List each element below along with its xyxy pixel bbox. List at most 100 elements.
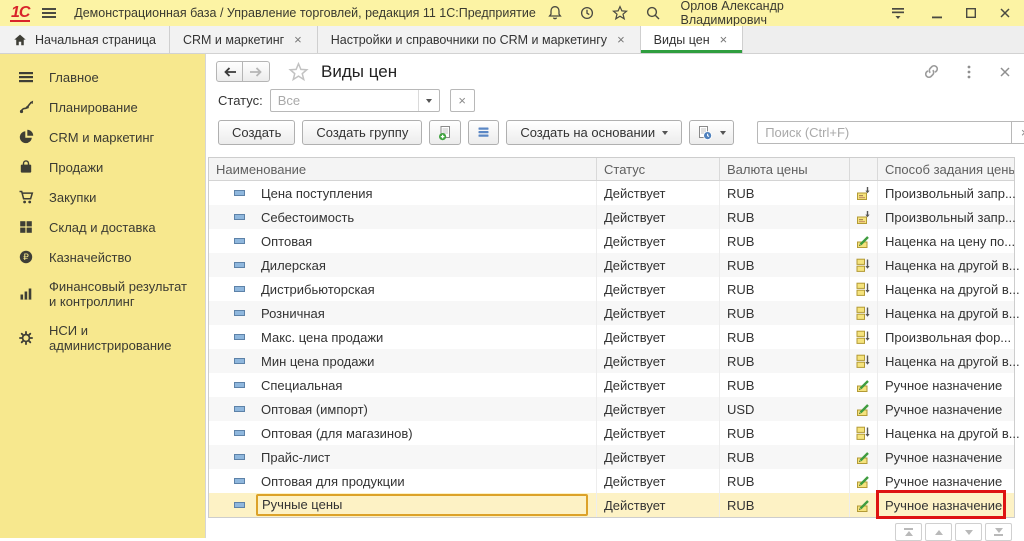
maximize-button[interactable] xyxy=(962,4,980,22)
name-cell[interactable]: Себестоимость xyxy=(209,205,597,229)
table-row[interactable]: СпециальнаяДействуетRUBРучное назначение xyxy=(209,373,1014,397)
main-menu-hamburger-icon[interactable] xyxy=(40,4,58,22)
name-cell[interactable]: Оптовая (для магазинов) xyxy=(209,421,597,445)
favorites-star-icon[interactable] xyxy=(611,4,629,22)
column-header-2[interactable]: Валюта цены xyxy=(720,158,850,180)
status-filter-combobox[interactable]: Все xyxy=(270,89,440,112)
treasury-ruble-icon: ₽ xyxy=(17,249,35,265)
table-row[interactable]: Ручные ценыДействуетRUBРучное назначение xyxy=(209,493,1014,517)
add-to-favorites-star-icon[interactable] xyxy=(288,62,309,82)
tab-label: CRM и маркетинг xyxy=(183,33,284,47)
minimize-button[interactable] xyxy=(928,4,946,22)
more-kebab-icon[interactable] xyxy=(962,64,976,80)
table-row[interactable]: Оптовая (для магазинов)ДействуетRUBНацен… xyxy=(209,421,1014,445)
tab-home[interactable]: Начальная страница xyxy=(0,26,170,53)
name-cell[interactable]: Оптовая xyxy=(209,229,597,253)
tab-close-icon[interactable]: × xyxy=(615,32,627,47)
sidebar-item-6[interactable]: ₽Казначейство xyxy=(0,242,205,272)
report-dropdown-button[interactable] xyxy=(689,120,734,145)
method-icon-cell xyxy=(850,277,878,301)
create-button[interactable]: Создать xyxy=(218,120,295,145)
forward-button[interactable] xyxy=(243,61,270,82)
status-cell: Действует xyxy=(597,205,720,229)
name-cell[interactable]: Макс. цена продажи xyxy=(209,325,597,349)
service-menu-icon[interactable] xyxy=(889,4,907,22)
table-row[interactable]: РозничнаяДействуетRUBНаценка на другой в… xyxy=(209,301,1014,325)
name-cell[interactable]: Мин цена продажи xyxy=(209,349,597,373)
name-cell[interactable]: Дилерская xyxy=(209,253,597,277)
back-button[interactable] xyxy=(216,61,243,82)
go-first-row-button[interactable] xyxy=(895,523,922,541)
method-icon-cell xyxy=(850,205,878,229)
tab-close-icon[interactable]: × xyxy=(292,32,304,47)
method-cell: Произвольный запр... xyxy=(878,205,1023,229)
sidebar-item-5[interactable]: Склад и доставка xyxy=(0,212,205,242)
table-row[interactable]: Мин цена продажиДействуетRUBНаценка на д… xyxy=(209,349,1014,373)
table-body: Цена поступленияДействуетRUBПроизвольный… xyxy=(209,181,1014,517)
current-user[interactable]: Орлов Александр Владимирович xyxy=(681,0,871,27)
create-based-on-button[interactable]: Создать на основании xyxy=(506,120,682,145)
list-settings-button[interactable] xyxy=(468,120,499,145)
sidebar-item-2[interactable]: CRM и маркетинг xyxy=(0,122,205,152)
sidebar-item-0[interactable]: Главное xyxy=(0,62,205,92)
column-header-3[interactable] xyxy=(850,158,878,180)
name-cell[interactable]: Дистрибьюторская xyxy=(209,277,597,301)
name-cell[interactable]: Розничная xyxy=(209,301,597,325)
table-row[interactable]: Оптовая для продукцииДействуетRUBРучное … xyxy=(209,469,1014,493)
sidebar-item-4[interactable]: Закупки xyxy=(0,182,205,212)
sidebar-item-3[interactable]: Продажи xyxy=(0,152,205,182)
search-input[interactable] xyxy=(757,121,1012,144)
search-clear-button[interactable]: × xyxy=(1012,121,1024,144)
tab-document-1[interactable]: CRM и маркетинг × xyxy=(170,26,318,53)
sidebar-item-8[interactable]: НСИ и администрирование xyxy=(0,316,205,360)
table-row[interactable]: ДилерскаяДействуетRUBНаценка на другой в… xyxy=(209,253,1014,277)
currency-cell: RUB xyxy=(720,469,850,493)
table-row[interactable]: Цена поступленияДействуетRUBПроизвольный… xyxy=(209,181,1014,205)
column-header-1[interactable]: Статус xyxy=(597,158,720,180)
tab-document-3[interactable]: Виды цен× xyxy=(641,26,744,53)
close-form-icon[interactable] xyxy=(998,65,1012,79)
sidebar-item-7[interactable]: Финансовый результат и контроллинг xyxy=(0,272,205,316)
status-cell: Действует xyxy=(597,301,720,325)
status-filter-dropdown-icon[interactable] xyxy=(418,90,439,111)
status-filter-clear-button[interactable]: × xyxy=(450,89,475,112)
copy-item-button[interactable] xyxy=(429,120,461,145)
column-header-0[interactable]: Наименование xyxy=(209,158,597,180)
table-row[interactable]: ОптоваяДействуетRUBНаценка на цену по... xyxy=(209,229,1014,253)
window-title: Демонстрационная база / Управление торго… xyxy=(74,6,536,20)
manual-price-icon xyxy=(856,234,871,249)
table-row[interactable]: Оптовая (импорт)ДействуетUSDРучное назна… xyxy=(209,397,1014,421)
tab-document-2[interactable]: Настройки и справочники по CRM и маркети… xyxy=(318,26,641,53)
create-group-button[interactable]: Создать группу xyxy=(302,120,422,145)
currency-cell: RUB xyxy=(720,421,850,445)
name-cell[interactable]: Оптовая для продукции xyxy=(209,469,597,493)
name-cell[interactable]: Прайс-лист xyxy=(209,445,597,469)
go-previous-row-button[interactable] xyxy=(925,523,952,541)
method-cell: Наценка на другой в... xyxy=(878,253,1024,277)
method-text: Наценка на другой в... xyxy=(885,306,1020,321)
sidebar-item-label: CRM и маркетинг xyxy=(49,130,154,145)
name-cell[interactable]: Ручные цены xyxy=(209,493,597,517)
go-last-row-button[interactable] xyxy=(985,523,1012,541)
name-cell[interactable]: Специальная xyxy=(209,373,597,397)
global-search-icon[interactable] xyxy=(644,4,662,22)
table-row[interactable]: СебестоимостьДействуетRUBПроизвольный за… xyxy=(209,205,1014,229)
table-row[interactable]: Макс. цена продажиДействуетRUBПроизвольн… xyxy=(209,325,1014,349)
column-header-4[interactable]: Способ задания цены xyxy=(878,158,1014,180)
status-filter-row: Статус: Все × xyxy=(206,85,1024,118)
name-cell[interactable]: Оптовая (импорт) xyxy=(209,397,597,421)
close-window-button[interactable] xyxy=(996,4,1014,22)
get-link-icon[interactable] xyxy=(923,63,940,80)
tab-close-icon[interactable]: × xyxy=(718,32,730,47)
manual-price-icon xyxy=(856,378,871,393)
table-row[interactable]: Прайс-листДействуетRUBРучное назначение xyxy=(209,445,1014,469)
sidebar-item-1[interactable]: Планирование xyxy=(0,92,205,122)
notifications-bell-icon[interactable] xyxy=(546,4,564,22)
go-next-row-button[interactable] xyxy=(955,523,982,541)
method-icon-cell xyxy=(850,445,878,469)
method-icon-cell xyxy=(850,253,878,277)
history-icon[interactable] xyxy=(578,4,596,22)
name-cell[interactable]: Цена поступления xyxy=(209,181,597,205)
table-row[interactable]: ДистрибьюторскаяДействуетRUBНаценка на д… xyxy=(209,277,1014,301)
price-type-name: Мин цена продажи xyxy=(256,352,379,371)
